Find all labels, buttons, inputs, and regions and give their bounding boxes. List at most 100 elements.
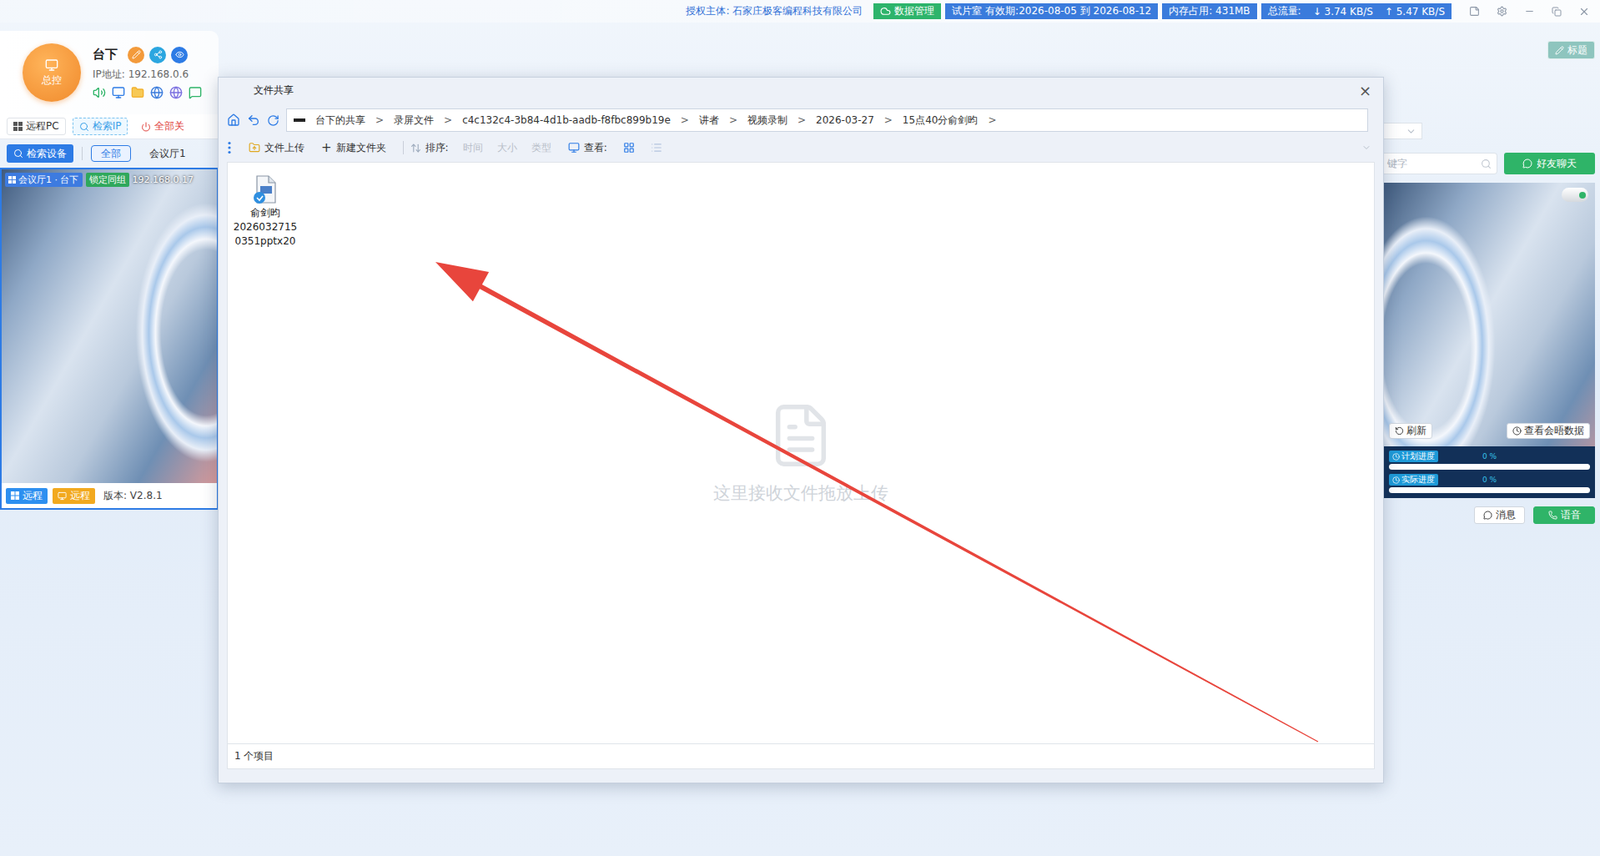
- refresh-button[interactable]: 刷新: [1388, 422, 1433, 439]
- device-tag: 会议厅1 · 台下: [5, 172, 83, 187]
- restore-icon[interactable]: [1551, 6, 1562, 17]
- filter-tab[interactable]: 全部: [90, 145, 131, 162]
- minimize-icon[interactable]: [1524, 5, 1535, 17]
- progress-item: 实际进度0 %: [1388, 473, 1590, 494]
- progress-reading: 0 %: [1482, 452, 1497, 461]
- search-devices-button[interactable]: 检索设备: [6, 144, 74, 163]
- meeting-data-button[interactable]: 查看会晤数据: [1506, 422, 1590, 439]
- profile-info: 台下IP地址: 192.168.0.6: [92, 46, 202, 100]
- device-ip: 192.168.0.17: [132, 174, 194, 186]
- sort-option: 类型: [531, 140, 552, 156]
- logo[interactable]: 总控: [22, 43, 81, 102]
- file-item[interactable]: 俞剑昀20260327150351pptx20: [234, 171, 297, 252]
- breadcrumb-item[interactable]: 2026-03-27: [815, 114, 875, 126]
- device-card[interactable]: 会议厅1 · 台下锁定同组192.168.0.17 远程远程版本: V2.8.1: [0, 167, 219, 510]
- screen-preview: 会议厅1 · 台下锁定同组192.168.0.17: [1, 169, 217, 484]
- message-button[interactable]: 消息: [1474, 506, 1525, 524]
- title-button[interactable]: 标题: [1547, 40, 1595, 60]
- monitor-icon: [45, 58, 59, 72]
- globe-icon[interactable]: [150, 85, 164, 100]
- upload-button[interactable]: 文件上传: [248, 140, 305, 156]
- separator: [402, 140, 404, 155]
- gear-icon[interactable]: [1496, 5, 1508, 17]
- voice-button[interactable]: 语音: [1533, 506, 1595, 524]
- refresh-icon[interactable]: [266, 114, 280, 127]
- license-text: 授权主体: 石家庄极客编程科技有限公司: [685, 4, 863, 19]
- info-badge[interactable]: 数据管理: [873, 3, 941, 20]
- breadcrumb-separator: >: [797, 114, 806, 126]
- breadcrumb-item[interactable]: 15点40分俞剑昀: [902, 113, 979, 128]
- close-icon[interactable]: [1578, 5, 1590, 18]
- new-folder-button[interactable]: +新建文件夹: [321, 140, 387, 156]
- tag-row: 会议厅1 · 台下锁定同组192.168.0.17: [5, 172, 194, 187]
- breadcrumb-separator: >: [680, 114, 690, 126]
- friend-chat-button[interactable]: 好友聊天: [1504, 152, 1595, 175]
- edit-icon[interactable]: [127, 46, 145, 64]
- file-share-dialog: 文件共享 × 台下的共享 > 录屏文件 > c4c132c4-3b84-4d1b-aadb-…: [217, 76, 1384, 784]
- windows-icon: [13, 121, 23, 131]
- eye-icon[interactable]: [171, 46, 188, 64]
- filter-tab[interactable]: 会议厅1: [139, 145, 197, 162]
- clock-icon: [1512, 426, 1522, 436]
- nav-row: 台下的共享 > 录屏文件 > c4c132c4-3b84-4d1b-aadb-f8fbc…: [226, 106, 1375, 134]
- wechat-icon[interactable]: [188, 85, 202, 100]
- speaker-icon[interactable]: [92, 85, 106, 100]
- app-window: 授权主体: 石家庄极客编程科技有限公司数据管理试片室 有效期:2026-08-0…: [0, 0, 1600, 856]
- chevron-down-icon: [1405, 125, 1417, 137]
- progress-label: 计划进度: [1388, 450, 1439, 463]
- breadcrumb-separator: >: [884, 114, 893, 126]
- online-toggle[interactable]: [1561, 187, 1589, 202]
- keyword-search[interactable]: 键字: [1383, 152, 1498, 175]
- breadcrumb-item[interactable]: 讲者: [699, 113, 720, 128]
- dialog-title: 文件共享: [253, 83, 294, 98]
- windows-icon: [10, 491, 20, 500]
- browser-icon[interactable]: [169, 85, 183, 100]
- tool-row: 远程PC 检索IP 全部关: [0, 114, 219, 140]
- grid-view-icon[interactable]: [623, 141, 635, 154]
- search-icon: [1480, 158, 1492, 170]
- file-name: 0351pptx20: [235, 234, 297, 249]
- view-group: 查看:: [568, 140, 663, 156]
- progress-strip: 计划进度 0 % 实际进度0 %: [1383, 446, 1595, 499]
- back-icon[interactable]: [246, 113, 261, 127]
- card-actions: 远程远程版本: V2.8.1: [1, 483, 217, 509]
- windows-icon: [8, 176, 16, 184]
- search-icon: [79, 121, 90, 132]
- tool-button[interactable]: 检索IP: [72, 117, 129, 136]
- dropdown[interactable]: [1383, 122, 1423, 140]
- folder-icon[interactable]: [130, 85, 145, 100]
- share-icon[interactable]: [149, 46, 167, 64]
- home-icon[interactable]: [226, 113, 241, 127]
- note-icon[interactable]: [1469, 5, 1480, 17]
- annotation-arrow: [0, 0, 1600, 856]
- right-panel: 标题键字好友聊天刷新 查看会晤数据计划进度 0 % 实际进度0 % 消息语音: [1383, 22, 1600, 856]
- monitor-icon: [57, 491, 67, 501]
- status-dot: [1579, 191, 1586, 199]
- left-panel: 总控台下IP地址: 192.168.0.6远程PC检索IP全部关检索设备全部会议…: [0, 22, 219, 856]
- more-icon[interactable]: [226, 140, 232, 155]
- breadcrumb-item[interactable]: 录屏文件: [393, 113, 434, 128]
- tool-button[interactable]: 远程PC: [6, 117, 66, 136]
- phone-icon: [1548, 510, 1558, 520]
- breadcrumb[interactable]: 台下的共享 > 录屏文件 > c4c132c4-3b84-4d1b-aadb-f8fbc…: [286, 108, 1369, 132]
- info-badge: 试片室 有效期:2026-08-05 到 2026-08-12: [945, 3, 1158, 20]
- breadcrumb-separator: >: [443, 114, 453, 126]
- remote-button[interactable]: 远程: [5, 488, 48, 504]
- list-view-icon[interactable]: [650, 141, 663, 154]
- tool-button[interactable]: 全部关: [134, 117, 192, 136]
- dialog-header[interactable]: 文件共享 ×: [226, 77, 1375, 104]
- screen-icon[interactable]: [111, 85, 126, 100]
- progress-label: 实际进度: [1388, 473, 1439, 486]
- breadcrumb-item[interactable]: 台下的共享: [315, 113, 366, 128]
- file-area[interactable]: 这里接收文件拖放上传俞剑昀20260327150351pptx20: [226, 161, 1375, 745]
- breadcrumb-item[interactable]: c4c132c4-3b84-4d1b-aadb-f8fbc899b19e: [462, 114, 671, 126]
- meeting-card[interactable]: 刷新 查看会晤数据计划进度 0 % 实际进度0 %: [1383, 182, 1595, 499]
- remote-button[interactable]: 远程: [52, 488, 96, 504]
- sort-option: 时间: [462, 140, 484, 156]
- breadcrumb-item[interactable]: 视频录制: [747, 113, 788, 128]
- chat-icon: [1522, 158, 1533, 169]
- upload-icon: [248, 141, 261, 154]
- chevron-down-icon[interactable]: [1361, 142, 1372, 153]
- power-icon: [140, 121, 151, 132]
- close-button[interactable]: ×: [1358, 83, 1372, 99]
